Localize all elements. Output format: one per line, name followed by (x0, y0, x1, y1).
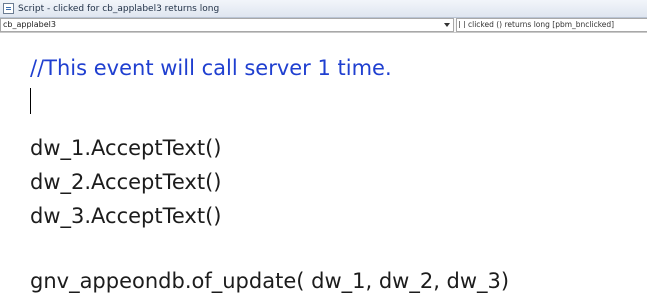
code-line-accepttext-1: dw_1.AcceptText() (30, 136, 222, 160)
event-icon (459, 21, 465, 28)
window-title: Script - clicked for cb_applabel3 return… (18, 3, 220, 14)
event-dropdown[interactable]: clicked () returns long [pbm_bnclicked] (456, 18, 647, 32)
object-event-bar: cb_applabel3 clicked () returns long [pb… (0, 18, 647, 33)
text-caret (30, 88, 31, 114)
script-editor[interactable]: //This event will call server 1 time. dw… (0, 33, 647, 303)
window-titlebar: Script - clicked for cb_applabel3 return… (0, 0, 647, 18)
code-line-accepttext-2: dw_2.AcceptText() (30, 170, 222, 194)
script-icon (3, 3, 14, 14)
code-line-update: gnv_appeondb.of_update( dw_1, dw_2, dw_3… (30, 269, 510, 293)
script-window: Script - clicked for cb_applabel3 return… (0, 0, 647, 303)
code-comment-line: //This event will call server 1 time. (30, 56, 392, 80)
code-line-accepttext-3: dw_3.AcceptText() (30, 204, 222, 228)
chevron-down-icon[interactable] (444, 23, 450, 27)
object-dropdown-value: cb_applabel3 (3, 20, 56, 29)
object-dropdown[interactable]: cb_applabel3 (0, 18, 454, 32)
event-dropdown-value: clicked () returns long [pbm_bnclicked] (468, 20, 615, 29)
